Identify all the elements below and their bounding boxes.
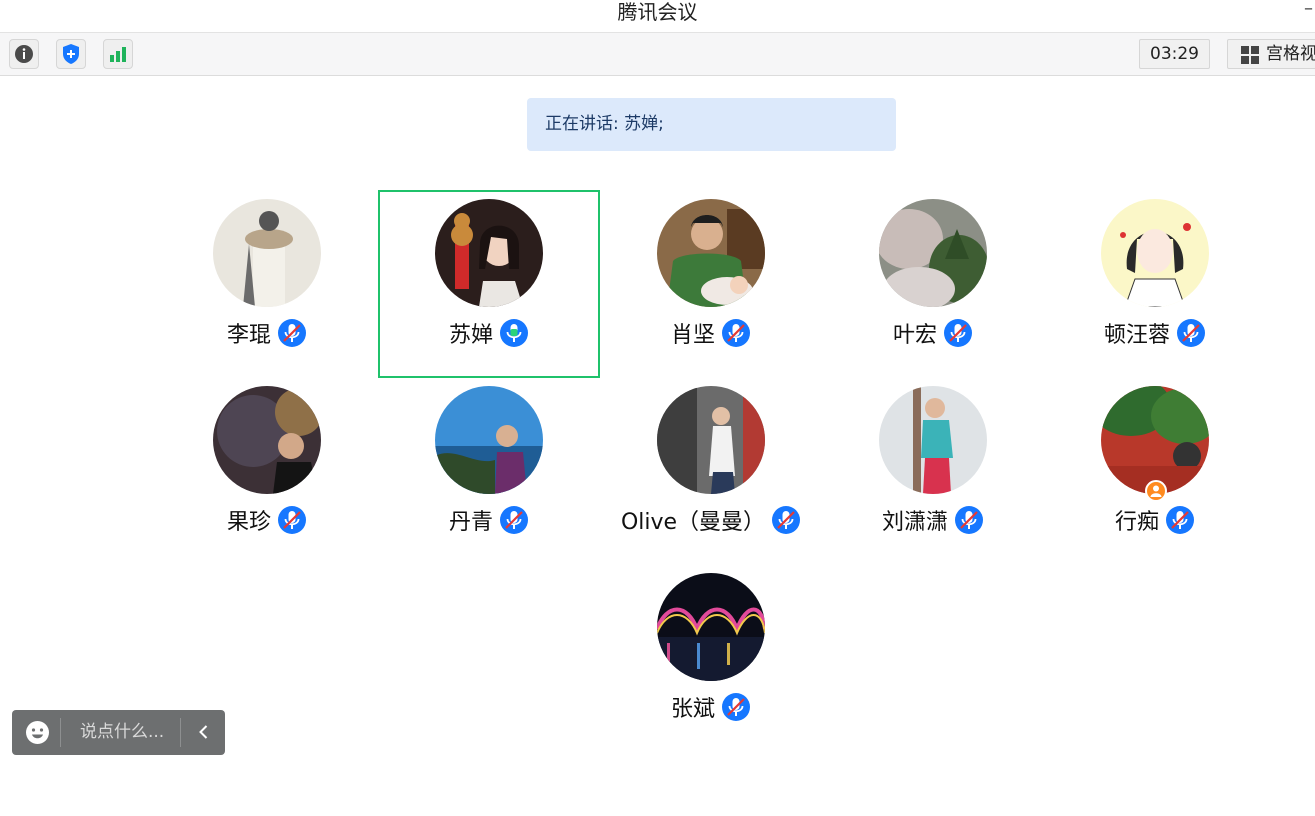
toolbar: 03:29 宫格视图 — [0, 33, 1315, 76]
avatar — [213, 386, 321, 494]
mic-muted-icon[interactable] — [277, 318, 307, 348]
grid-view-button[interactable]: 宫格视图 — [1227, 39, 1315, 69]
info-icon — [15, 45, 33, 63]
avatar — [657, 573, 765, 681]
avatar — [435, 386, 543, 494]
participant-name: 顿汪蓉 — [1103, 323, 1170, 348]
network-status-button[interactable] — [103, 39, 133, 69]
participant-name: 果珍 — [226, 510, 271, 535]
signal-bars-icon — [110, 47, 126, 62]
host-badge-icon — [1145, 480, 1167, 502]
participant-name: 李琨 — [226, 323, 271, 348]
grid-view-icon — [1241, 46, 1259, 64]
window-title: 腾讯会议 — [617, 0, 698, 24]
mic-muted-icon[interactable] — [721, 318, 751, 348]
divider — [180, 718, 181, 747]
participant-tile-active[interactable]: 苏婵 — [379, 184, 599, 364]
participant-name: 叶宏 — [892, 323, 937, 348]
mic-muted-icon[interactable] — [771, 505, 801, 535]
speaking-banner: 正在讲话: 苏婵; — [527, 98, 896, 151]
participant-name: 刘潇潇 — [881, 510, 948, 535]
participant-tile[interactable]: 肖坚 — [601, 184, 821, 364]
grid-view-label: 宫格视图 — [1266, 44, 1315, 64]
participant-tile[interactable]: 叶宏 — [823, 184, 1043, 364]
mic-muted-icon[interactable] — [499, 505, 529, 535]
participant-tile[interactable]: 张斌 — [601, 558, 821, 738]
title-bar: 腾讯会议 – — [0, 0, 1315, 33]
participant-name: 行痴 — [1114, 510, 1159, 535]
avatar — [435, 199, 543, 307]
info-button[interactable] — [9, 39, 39, 69]
participant-tile[interactable]: 李琨 — [157, 184, 377, 364]
avatar — [1101, 199, 1209, 307]
participant-tile[interactable]: 顿汪蓉 — [1045, 184, 1265, 364]
avatar — [879, 199, 987, 307]
participant-tile[interactable]: Olive（曼曼） — [601, 371, 821, 551]
security-button[interactable] — [56, 39, 86, 69]
avatar — [213, 199, 321, 307]
divider — [60, 718, 61, 747]
participant-tile[interactable]: 刘潇潇 — [823, 371, 1043, 551]
meeting-timer: 03:29 — [1139, 39, 1210, 69]
participant-name: Olive（曼曼） — [620, 510, 766, 535]
avatar — [657, 199, 765, 307]
emoji-icon[interactable] — [25, 720, 50, 745]
participant-tile[interactable]: 果珍 — [157, 371, 377, 551]
avatar — [879, 386, 987, 494]
minimize-button[interactable]: – — [1304, 0, 1313, 19]
mic-muted-icon[interactable] — [277, 505, 307, 535]
chevron-left-icon[interactable] — [195, 723, 213, 741]
chat-bar: 说点什么... — [12, 710, 225, 755]
avatar — [657, 386, 765, 494]
mic-muted-icon[interactable] — [721, 692, 751, 722]
participant-tile[interactable]: 行痴 — [1045, 371, 1265, 551]
mic-muted-icon[interactable] — [943, 318, 973, 348]
avatar — [1101, 386, 1209, 494]
mic-muted-icon[interactable] — [1176, 318, 1206, 348]
participant-name: 苏婵 — [448, 323, 493, 348]
mic-muted-icon[interactable] — [954, 505, 984, 535]
shield-icon — [63, 44, 79, 64]
participant-name: 丹青 — [448, 510, 493, 535]
participant-name: 肖坚 — [670, 323, 715, 348]
participant-tile[interactable]: 丹青 — [379, 371, 599, 551]
mic-muted-icon[interactable] — [1165, 505, 1195, 535]
participant-name: 张斌 — [670, 697, 715, 722]
chat-input[interactable]: 说点什么... — [80, 710, 164, 755]
mic-speaking-icon[interactable] — [499, 318, 529, 348]
